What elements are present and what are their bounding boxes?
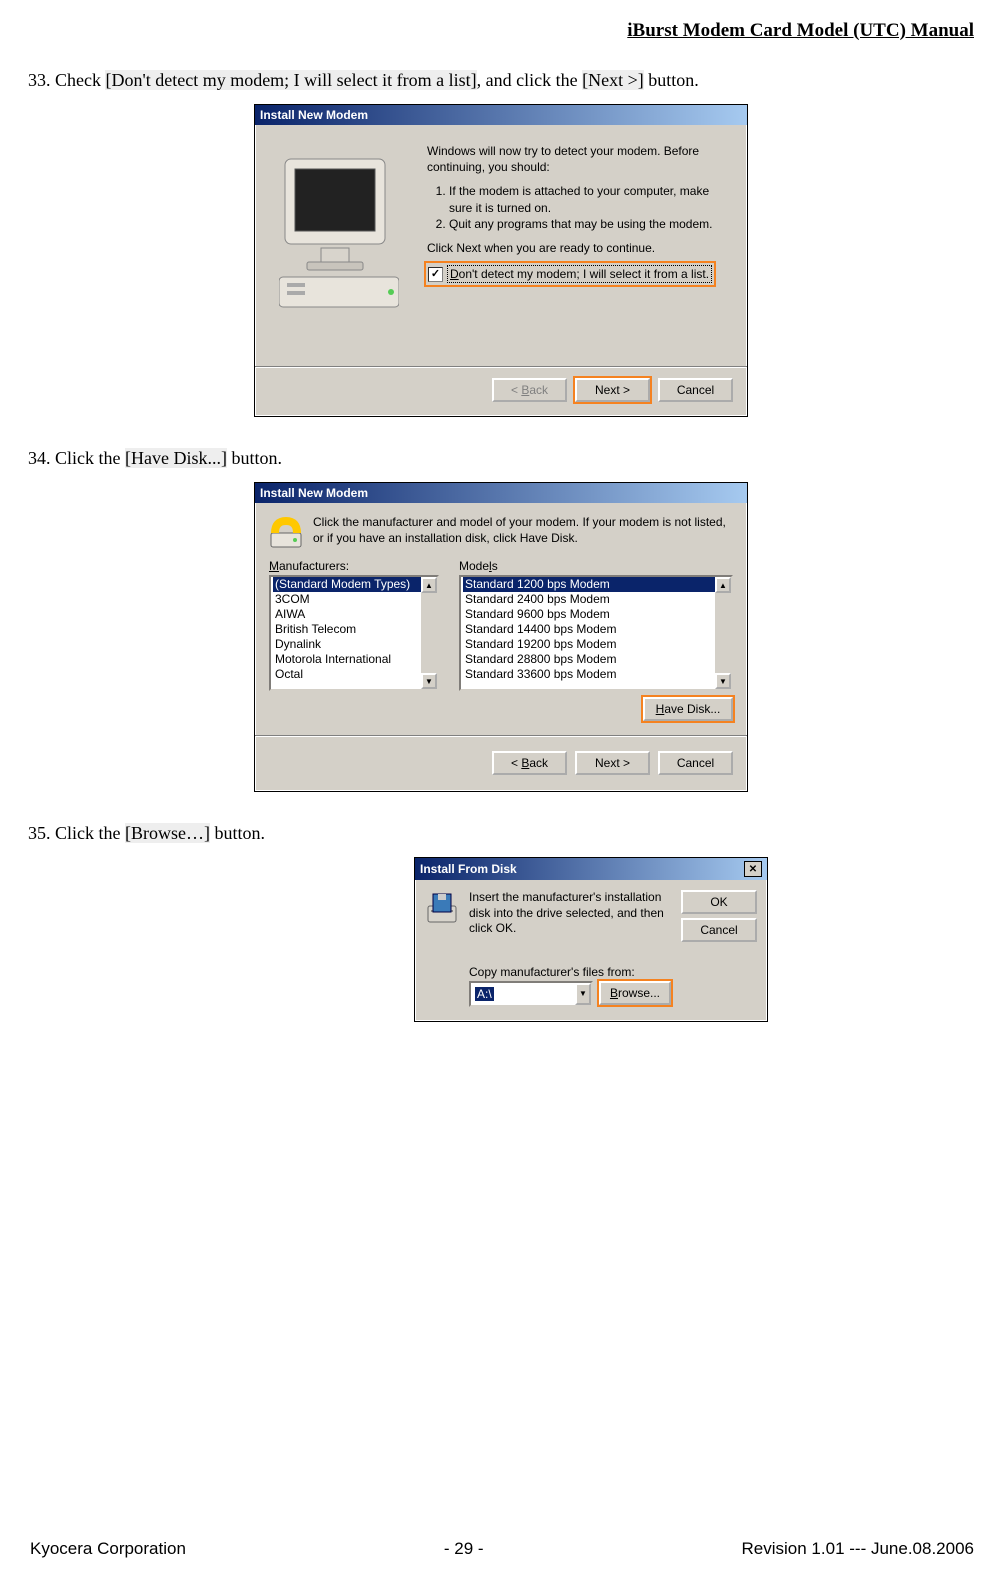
list-item[interactable]: Standard 9600 bps Modem: [463, 607, 715, 622]
models-label: Models: [459, 559, 733, 573]
step33-num: 33. Check: [28, 70, 105, 90]
install-new-modem-dialog-1: Install New Modem Windo: [254, 104, 748, 417]
li-2: Quit any programs that may be using the …: [449, 216, 727, 232]
li-1: If the modem is attached to your compute…: [449, 183, 727, 215]
list-item[interactable]: Standard 2400 bps Modem: [463, 592, 715, 607]
install-new-modem-dialog-2: Install New Modem Click the manufacturer…: [254, 482, 748, 792]
scrollbar[interactable]: ▲ ▼: [421, 577, 437, 689]
list-item[interactable]: Standard 28800 bps Modem: [463, 652, 715, 667]
desc-text: Insert the manufacturer's installation d…: [469, 890, 671, 937]
page-header: iBurst Modem Card Model (UTC) Manual: [28, 20, 974, 42]
list-item[interactable]: 3COM: [273, 592, 421, 607]
step33-ref2: [Next >]: [582, 70, 644, 90]
list-item[interactable]: Octal: [273, 667, 421, 682]
dont-detect-checkbox[interactable]: ✓: [428, 267, 443, 282]
next-button[interactable]: Next >: [575, 751, 650, 775]
ok-button[interactable]: OK: [681, 890, 757, 914]
title-bar: Install New Modem: [255, 105, 747, 125]
cancel-button[interactable]: Cancel: [658, 378, 733, 402]
step35-end: button.: [210, 823, 265, 843]
models-listbox[interactable]: Standard 1200 bps Modem Standard 2400 bp…: [459, 575, 733, 691]
intro-text: Windows will now try to detect your mode…: [427, 143, 727, 175]
list-item[interactable]: British Telecom: [273, 622, 421, 637]
step33-end: button.: [644, 70, 699, 90]
scroll-down-icon[interactable]: ▼: [421, 673, 437, 689]
manufacturers-listbox[interactable]: (Standard Modem Types) 3COM AIWA British…: [269, 575, 439, 691]
monitor-graphic: [269, 143, 409, 308]
dropdown-icon[interactable]: ▼: [575, 983, 591, 1005]
step34-end: button.: [227, 448, 282, 468]
step35-ref1: [Browse…]: [125, 823, 210, 843]
cancel-button[interactable]: Cancel: [681, 918, 757, 942]
screenshot-2: Install New Modem Click the manufacturer…: [28, 482, 974, 792]
scroll-down-icon[interactable]: ▼: [715, 673, 731, 689]
scroll-up-icon[interactable]: ▲: [715, 577, 731, 593]
list-item[interactable]: Standard 19200 bps Modem: [463, 637, 715, 652]
dialog-title: Install New Modem: [260, 486, 368, 500]
desc-text: Click the manufacturer and model of your…: [313, 515, 733, 546]
list-item[interactable]: AIWA: [273, 607, 421, 622]
footer-left: Kyocera Corporation: [30, 1539, 186, 1559]
screenshot-1: Install New Modem Windo: [28, 104, 974, 417]
step33-ref1: [Don't detect my modem; I will select it…: [105, 70, 476, 90]
cancel-button[interactable]: Cancel: [658, 751, 733, 775]
dialog-title: Install From Disk: [420, 862, 517, 876]
back-button[interactable]: < Back: [492, 751, 567, 775]
list-item[interactable]: (Standard Modem Types): [273, 577, 421, 592]
list-item[interactable]: Standard 14400 bps Modem: [463, 622, 715, 637]
have-disk-button[interactable]: Have Disk...: [643, 697, 733, 721]
page-number: - 29 -: [444, 1539, 484, 1559]
step33-mid: , and click the: [477, 70, 582, 90]
browse-button[interactable]: Browse...: [599, 981, 671, 1005]
dont-detect-label: DDon't detect my modem; I will select it…: [447, 265, 712, 283]
step-34: 34. Click the [Have Disk...] button.: [28, 445, 974, 472]
title-bar: Install From Disk ✕: [415, 858, 767, 880]
footer-right: Revision 1.01 --- June.08.2006: [742, 1539, 974, 1559]
next-button[interactable]: Next >: [575, 378, 650, 402]
scrollbar[interactable]: ▲ ▼: [715, 577, 731, 689]
path-value: A:\: [475, 987, 494, 1001]
list-item[interactable]: Dynalink: [273, 637, 421, 652]
page-footer: Kyocera Corporation - 29 - Revision 1.01…: [30, 1539, 974, 1559]
step34-ref1: [Have Disk...]: [125, 448, 227, 468]
step34-num: 34. Click the: [28, 448, 125, 468]
dialog-title: Install New Modem: [260, 108, 368, 122]
step35-num: 35. Click the: [28, 823, 125, 843]
continue-text: Click Next when you are ready to continu…: [427, 240, 727, 256]
path-combobox[interactable]: A:\ ▼: [469, 981, 593, 1007]
modem-icon: [269, 515, 303, 549]
back-button: < Back: [492, 378, 567, 402]
screenshot-3: Install From Disk ✕ Insert the manufactu…: [28, 857, 974, 1022]
install-from-disk-dialog: Install From Disk ✕ Insert the manufactu…: [414, 857, 768, 1022]
step-35: 35. Click the [Browse…] button.: [28, 820, 974, 847]
list-item[interactable]: Standard 33600 bps Modem: [463, 667, 715, 682]
manufacturers-label: Manufacturers:: [269, 559, 439, 573]
step-33: 33. Check [Don't detect my modem; I will…: [28, 67, 974, 94]
title-bar: Install New Modem: [255, 483, 747, 503]
disk-icon: [425, 890, 459, 924]
scroll-up-icon[interactable]: ▲: [421, 577, 437, 593]
list-item[interactable]: Motorola International: [273, 652, 421, 667]
list-item[interactable]: Standard 1200 bps Modem: [463, 577, 715, 592]
copy-from-label: Copy manufacturer's files from:: [469, 965, 671, 979]
close-icon[interactable]: ✕: [744, 861, 762, 877]
